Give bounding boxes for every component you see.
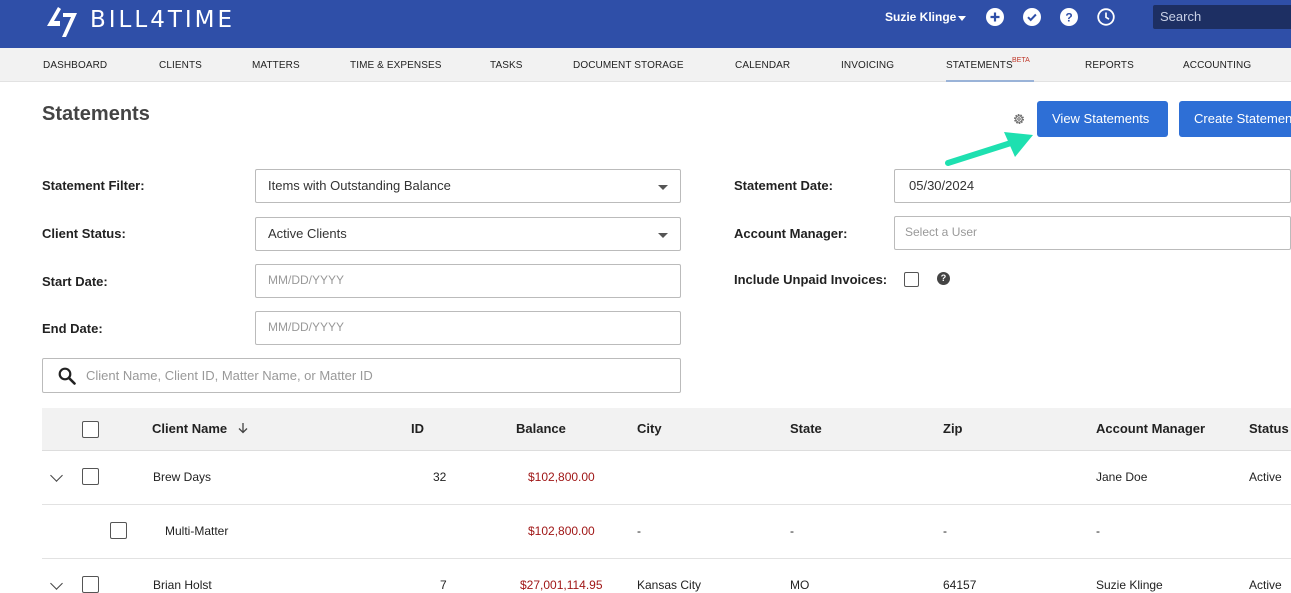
column-header-zip[interactable]: Zip — [943, 421, 963, 436]
chevron-down-icon[interactable] — [50, 577, 63, 590]
account-manager-cell: Jane Doe — [1096, 470, 1148, 484]
check-circle-icon[interactable] — [1023, 8, 1041, 26]
help-icon[interactable]: ? — [937, 272, 950, 285]
state-cell: - — [790, 524, 794, 538]
create-statements-button[interactable]: Create Statements — [1179, 101, 1291, 137]
client-name-cell[interactable]: Brian Holst — [153, 578, 212, 592]
nav-item-time-expenses[interactable]: TIME & EXPENSES — [350, 60, 442, 71]
table-row[interactable]: Multi-Matter $102,800.00 - - - - — [42, 505, 1291, 559]
client-search-input[interactable]: Client Name, Client ID, Matter Name, or … — [42, 358, 681, 393]
column-header-status[interactable]: Status — [1249, 421, 1289, 436]
column-header-label: Client Name — [152, 421, 228, 436]
account-manager-label: Account Manager: — [734, 226, 848, 241]
statement-filter-value: Items with Outstanding Balance — [268, 178, 451, 193]
row-checkbox[interactable] — [110, 522, 127, 539]
statement-filter-label: Statement Filter: — [42, 178, 145, 193]
id-cell: 32 — [433, 470, 447, 484]
zip-cell: 64157 — [943, 578, 977, 592]
beta-badge: BETA — [1012, 57, 1030, 64]
end-date-label: End Date: — [42, 321, 103, 336]
statement-date-input[interactable]: 05/30/2024 — [894, 169, 1291, 203]
user-menu[interactable]: Suzie Klinge — [885, 10, 956, 24]
account-manager-cell: Suzie Klinge — [1096, 578, 1163, 592]
select-all-checkbox[interactable] — [82, 421, 99, 438]
nav-item-invoicing[interactable]: INVOICING — [841, 60, 894, 71]
caret-down-icon — [658, 185, 668, 190]
page-title: Statements — [42, 103, 150, 125]
logo-text: BILL4TIME — [90, 7, 236, 33]
account-manager-cell: - — [1096, 524, 1100, 538]
include-unpaid-label: Include Unpaid Invoices: — [734, 272, 888, 287]
main-nav: DASHBOARD CLIENTS MATTERS TIME & EXPENSE… — [0, 48, 1291, 82]
column-header-state[interactable]: State — [790, 421, 822, 436]
statement-filter-select[interactable]: Items with Outstanding Balance — [255, 169, 681, 203]
end-date-input[interactable]: MM/DD/YYYY — [255, 311, 681, 345]
table-header: Client Name ID Balance City State Zip Ac… — [42, 408, 1291, 451]
column-header-client-name[interactable]: Client Name — [152, 421, 249, 436]
start-date-input[interactable]: MM/DD/YYYY — [255, 264, 681, 298]
nav-item-clients[interactable]: CLIENTS — [159, 60, 202, 71]
nav-item-calendar[interactable]: CALENDAR — [735, 60, 790, 71]
sort-down-arrow-icon — [238, 423, 248, 434]
nav-item-document-storage[interactable]: DOCUMENT STORAGE — [573, 60, 684, 71]
nav-item-dashboard[interactable]: DASHBOARD — [43, 60, 107, 71]
bill4time-logo-icon[interactable] — [44, 4, 80, 38]
annotation-arrow-icon — [945, 132, 1033, 166]
table-row[interactable]: Brew Days 32 $102,800.00 Jane Doe Active — [42, 451, 1291, 505]
column-header-balance[interactable]: Balance — [516, 421, 566, 436]
nav-item-tasks[interactable]: TASKS — [490, 60, 523, 71]
view-statements-button[interactable]: View Statements — [1037, 101, 1168, 137]
state-cell: MO — [790, 578, 810, 592]
zip-cell: - — [943, 524, 947, 538]
table-row[interactable]: Brian Holst 7 $27,001,114.95 Kansas City… — [42, 559, 1291, 593]
search-icon — [58, 367, 76, 385]
start-date-label: Start Date: — [42, 274, 108, 289]
active-nav-indicator — [946, 80, 1034, 82]
client-status-select[interactable]: Active Clients — [255, 217, 681, 251]
status-cell: Active — [1249, 470, 1282, 484]
column-header-city[interactable]: City — [637, 421, 662, 436]
nav-item-reports[interactable]: REPORTS — [1085, 60, 1134, 71]
balance-cell: $102,800.00 — [528, 470, 595, 484]
nav-item-statements[interactable]: STATEMENTS — [946, 60, 1013, 71]
client-status-value: Active Clients — [268, 226, 347, 241]
city-cell: - — [637, 524, 641, 538]
clock-icon[interactable] — [1097, 8, 1115, 26]
row-checkbox[interactable] — [82, 468, 99, 485]
column-header-account-manager[interactable]: Account Manager — [1096, 421, 1205, 436]
question-circle-icon[interactable]: ? — [1060, 8, 1078, 26]
status-cell: Active — [1249, 578, 1282, 592]
column-header-id[interactable]: ID — [411, 421, 424, 436]
chevron-down-icon[interactable] — [50, 469, 63, 482]
global-search-input[interactable]: Search — [1153, 5, 1291, 29]
matter-name-cell[interactable]: Multi-Matter — [165, 524, 228, 538]
statement-date-label: Statement Date: — [734, 178, 833, 193]
balance-cell: $27,001,114.95 — [520, 578, 603, 592]
caret-down-icon — [658, 233, 668, 238]
id-cell: 7 — [440, 578, 447, 592]
city-cell: Kansas City — [637, 578, 702, 592]
balance-cell: $102,800.00 — [528, 524, 595, 538]
include-unpaid-checkbox[interactable] — [904, 272, 919, 287]
plus-circle-icon[interactable] — [986, 8, 1004, 26]
nav-item-matters[interactable]: MATTERS — [252, 60, 300, 71]
gear-icon[interactable] — [1012, 112, 1026, 126]
top-bar: BILL4TIME Suzie Klinge ? Search — [0, 0, 1291, 48]
account-manager-select[interactable]: Select a User — [894, 216, 1291, 250]
chevron-down-icon[interactable] — [958, 16, 966, 21]
svg-text:?: ? — [1065, 11, 1072, 25]
search-placeholder: Client Name, Client ID, Matter Name, or … — [86, 368, 373, 383]
client-name-cell[interactable]: Brew Days — [153, 470, 211, 484]
client-status-label: Client Status: — [42, 226, 126, 241]
nav-item-accounting[interactable]: ACCOUNTING — [1183, 60, 1251, 71]
